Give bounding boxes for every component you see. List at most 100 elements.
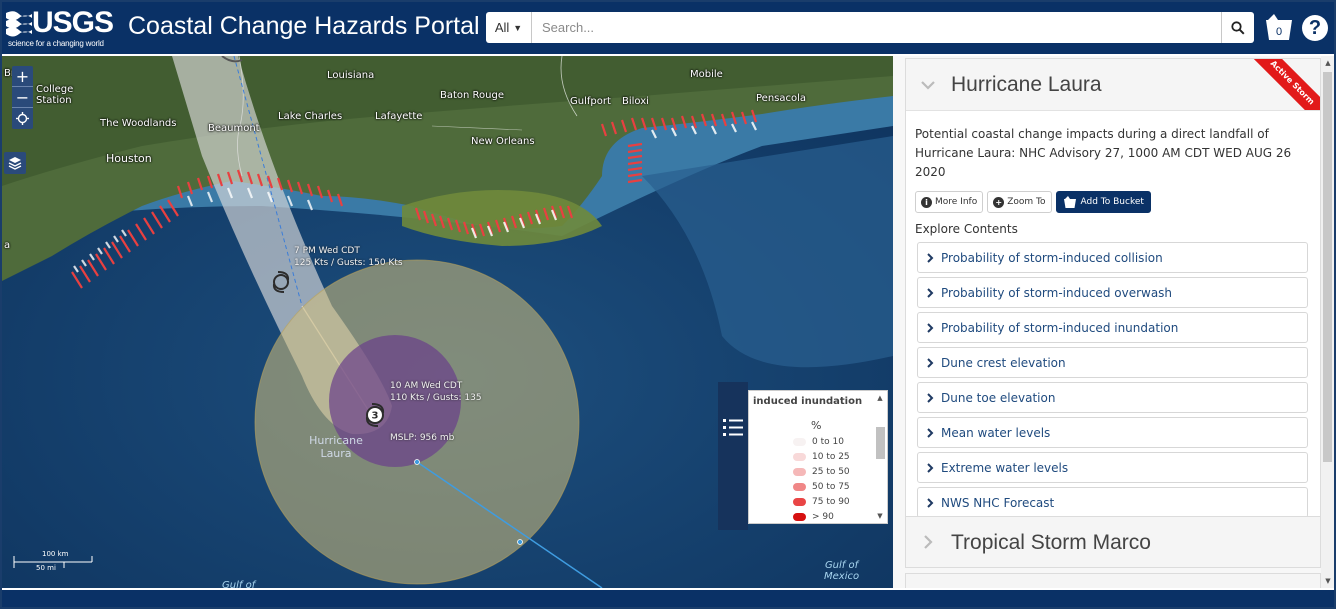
chevron-right-icon[interactable] (922, 534, 934, 550)
app-window: USGS science for a changing world Coasta… (0, 0, 1336, 609)
map-label-biloxi: Biloxi (622, 96, 649, 107)
help-icon[interactable]: ? (1302, 15, 1328, 41)
map-label-edge-a: a (4, 240, 11, 251)
storm-card-tropical-storm-marco[interactable]: Tropical Storm Marco (905, 516, 1321, 568)
storm-card-header[interactable]: Hurricane Laura Active Storm (906, 59, 1320, 111)
legend-label: 10 to 25 (812, 452, 850, 462)
map-label-louisiana: Louisiana (327, 70, 375, 81)
storm-card-header[interactable]: Tropical Storm Marco (906, 517, 1320, 567)
map-label-houston: Houston (106, 152, 152, 165)
chevron-right-icon (927, 322, 934, 333)
search-input[interactable] (532, 13, 1221, 42)
add-to-bucket-button[interactable]: Add To Bucket (1055, 191, 1151, 213)
map-label-baton-rouge: Baton Rouge (440, 90, 504, 101)
zoom-to-button[interactable]: + Zoom To (987, 191, 1052, 213)
storm-description: Potential coastal change impacts during … (915, 127, 1292, 179)
storm-name-label: Hurricane Laura (309, 434, 363, 460)
content-item-dune-toe[interactable]: Dune toe elevation (917, 382, 1308, 413)
legend-label: > 90 (812, 512, 834, 522)
search-scope-label: All (494, 20, 510, 35)
search-button[interactable] (1221, 12, 1254, 43)
map-label-new-orleans: New Orleans (471, 136, 535, 147)
sidebar-scroll-thumb[interactable] (1323, 72, 1332, 462)
chevron-right-icon (927, 392, 934, 403)
scroll-down-icon[interactable]: ▼ (1323, 576, 1333, 586)
content-item-dune-crest[interactable]: Dune crest elevation (917, 347, 1308, 378)
map-label-beaumont: Beaumont (208, 123, 260, 134)
legend-label: 75 to 90 (812, 497, 850, 507)
map-label-mobile: Mobile (690, 69, 723, 80)
legend-title: induced inundation (753, 396, 863, 407)
search-icon (1231, 20, 1245, 35)
map-view[interactable]: 3 Br College Station The Woodlands Houst… (2, 56, 893, 588)
legend-item: 50 to 75 (793, 480, 850, 494)
usgs-logo[interactable]: USGS science for a changing world (6, 6, 118, 50)
bucket-icon (1063, 196, 1076, 208)
add-to-bucket-label: Add To Bucket (1080, 197, 1144, 207)
legend-label: 50 to 75 (812, 482, 850, 492)
map-label-college-station: College Station (36, 84, 74, 106)
content-item-nhc-forecast[interactable]: NWS NHC Forecast (917, 487, 1308, 518)
search-bar: All ▼ (486, 12, 1254, 43)
legend-label: 0 to 10 (812, 437, 844, 447)
content-item-inundation[interactable]: Probability of storm-induced inundation (917, 312, 1308, 343)
scroll-up-icon[interactable]: ▲ (875, 393, 885, 403)
current-winds-label: 110 Kts / Gusts: 135 (390, 393, 482, 403)
zoom-in-button[interactable]: + (12, 66, 33, 87)
legend-item: > 90 (793, 510, 834, 523)
content-item-collision[interactable]: Probability of storm-induced collision (917, 242, 1308, 273)
content-item-label: NWS NHC Forecast (941, 495, 1055, 510)
chevron-right-icon (927, 357, 934, 368)
explore-contents-label: Explore Contents (915, 222, 1018, 236)
scroll-down-icon[interactable]: ▼ (875, 511, 885, 521)
content-item-label: Dune crest elevation (941, 355, 1066, 370)
zoom-out-button[interactable]: − (12, 87, 33, 108)
search-scope-dropdown[interactable]: All ▼ (486, 12, 532, 43)
content-item-mean-water[interactable]: Mean water levels (917, 417, 1308, 448)
caret-down-icon: ▼ (513, 22, 523, 33)
content-item-label: Dune toe elevation (941, 390, 1056, 405)
legend-toggle-button[interactable] (718, 382, 748, 530)
storm-card-partial[interactable] (905, 573, 1321, 588)
locate-button[interactable] (12, 108, 33, 129)
content-item-label: Extreme water levels (941, 460, 1069, 475)
chevron-down-icon[interactable] (920, 77, 936, 93)
portal-title: Coastal Change Hazards Portal (128, 12, 480, 40)
explore-contents-list: Probability of storm-induced collision P… (906, 236, 1320, 518)
map-label-gulfport: Gulfport (570, 96, 611, 107)
sidebar-scrollbar[interactable]: ▲ ▼ (1321, 56, 1334, 588)
usgs-wave-icon (6, 11, 32, 37)
plus-circle-icon: + (993, 196, 1005, 208)
legend-item: 75 to 90 (793, 495, 850, 509)
scale-km-label: 100 km (42, 550, 69, 558)
more-info-button[interactable]: i More Info (915, 191, 984, 213)
scale-bar: 100 km 50 mi (12, 550, 96, 576)
legend-swatch (793, 453, 806, 461)
content-item-extreme-water[interactable]: Extreme water levels (917, 452, 1308, 483)
content-item-label: Probability of storm-induced overwash (941, 285, 1173, 300)
content-item-overwash[interactable]: Probability of storm-induced overwash (917, 277, 1308, 308)
mslp-label: MSLP: 956 mb (390, 433, 455, 443)
content-item-label: Mean water levels (941, 425, 1051, 440)
legend-item: 0 to 10 (793, 435, 844, 449)
scroll-up-icon[interactable]: ▲ (1323, 58, 1333, 68)
svg-text:3: 3 (372, 411, 379, 422)
usgs-tagline: science for a changing world (8, 39, 104, 48)
map-label-gulf-partial: Gulf of (222, 580, 256, 588)
footer-bar (2, 590, 1334, 607)
legend-scroll-thumb[interactable] (876, 427, 885, 459)
info-icon: i (921, 196, 932, 208)
bucket-count: 0 (1275, 26, 1283, 38)
legend-swatch (793, 438, 806, 446)
sidebar: Hurricane Laura Active Storm Potential c… (893, 56, 1334, 588)
layers-button[interactable] (4, 152, 26, 174)
map-label-lafayette: Lafayette (375, 111, 423, 122)
storm-card-hurricane-laura: Hurricane Laura Active Storm Potential c… (905, 58, 1321, 523)
legend-swatch (793, 468, 806, 476)
forecast-time-label: 7 PM Wed CDT (294, 246, 360, 256)
zoom-controls: + − (12, 66, 33, 129)
legend-item: 25 to 50 (793, 465, 850, 479)
scale-mi-label: 50 mi (36, 564, 56, 572)
legend-swatch (793, 498, 806, 506)
legend-scrollbar[interactable]: ▲ ▼ (875, 393, 885, 521)
